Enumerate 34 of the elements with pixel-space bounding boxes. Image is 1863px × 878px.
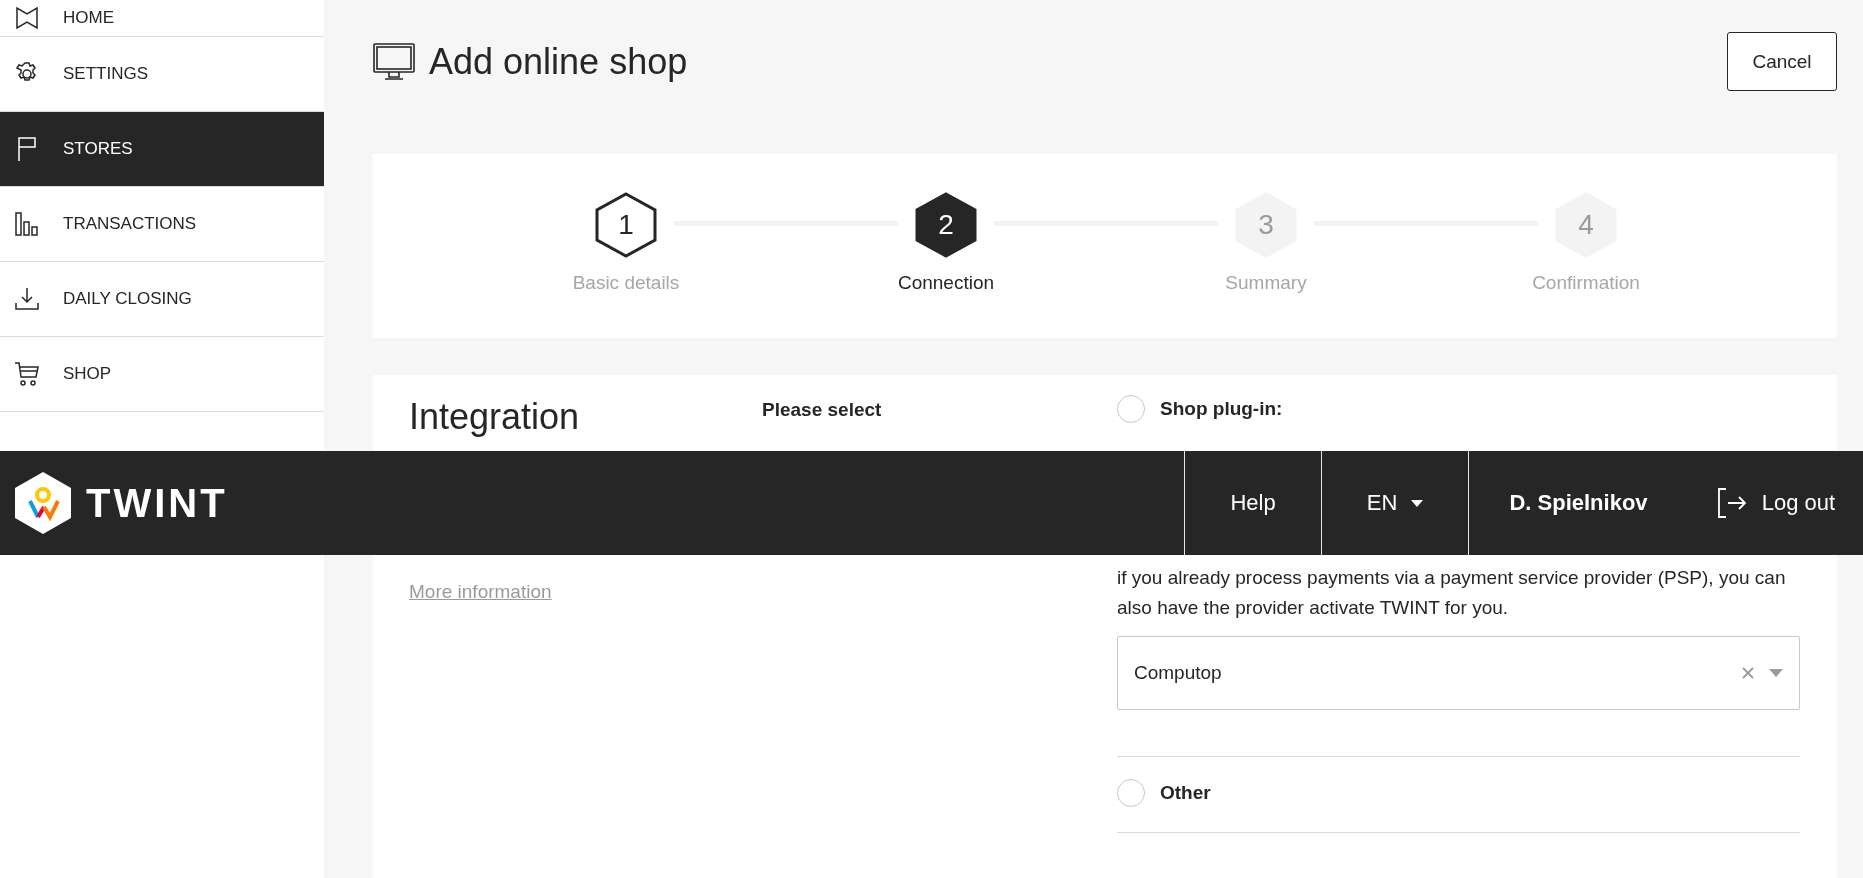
radio-option[interactable]: Shop plug-in: [1117, 395, 1283, 423]
step-label: Connection [897, 272, 995, 294]
step-badge: 1 [595, 192, 657, 258]
step-label: Basic details [572, 272, 680, 294]
user-name[interactable]: D. Spielnikov [1468, 451, 1688, 555]
caret-icon [1769, 669, 1783, 677]
language-menu[interactable]: EN [1321, 451, 1468, 555]
step-label: Confirmation [1532, 272, 1640, 294]
field-label: Please select [762, 399, 882, 421]
step-badge: 4 [1555, 192, 1617, 258]
cart-icon [13, 360, 41, 388]
step-badge: 3 [1235, 192, 1297, 258]
logo-text: TWINT [86, 480, 228, 526]
page-title: Add online shop [429, 40, 688, 83]
provider-select[interactable]: Computop [1117, 636, 1800, 710]
bar-chart-icon [13, 210, 41, 238]
logo-icon [14, 471, 72, 535]
step-label: Summary [1225, 272, 1307, 294]
radio-button[interactable] [1117, 395, 1145, 423]
download-icon [13, 285, 41, 313]
clear-icon[interactable] [1741, 666, 1755, 680]
caret-icon [1411, 499, 1424, 507]
help-link[interactable]: Help [1184, 451, 1321, 555]
step-badge: 2 [915, 192, 977, 258]
option-description: if you already process payments via a payment service provider (PSP), you can also have the provider activate TWINT for you. [1117, 566, 1787, 620]
radio-button[interactable] [1117, 779, 1145, 807]
cancel-button[interactable]: Cancel [1727, 32, 1837, 91]
sidebar-item[interactable]: STORES [0, 112, 324, 187]
section-title: Integration [409, 395, 580, 439]
logout-icon [1715, 487, 1748, 519]
radio-option[interactable]: Other [1117, 779, 1800, 807]
bookmark-icon [13, 4, 41, 32]
monitor-icon [373, 42, 415, 81]
logout-button[interactable]: Log out [1688, 451, 1863, 555]
